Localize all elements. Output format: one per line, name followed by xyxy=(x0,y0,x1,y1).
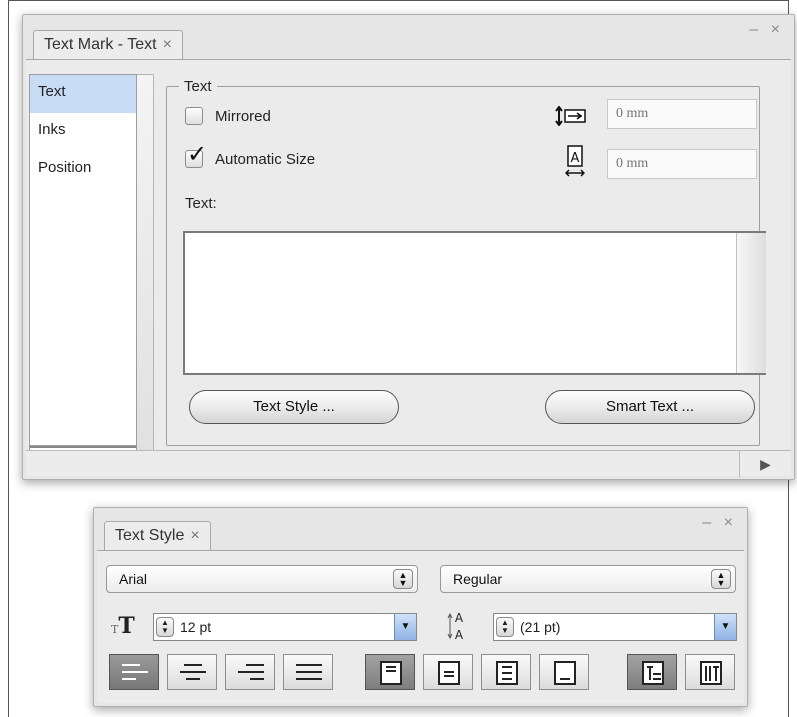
automatic-size-checkbox[interactable]: ✓ Automatic Size xyxy=(185,143,316,168)
align-center-button[interactable] xyxy=(167,654,217,690)
automatic-size-checkbox-box[interactable]: ✓ xyxy=(185,143,207,168)
valign-justify-icon xyxy=(496,661,518,685)
text-group-box: Text Mirrored ✓ Automatic Size 0 mm A 0 … xyxy=(166,78,766,446)
checkmark-icon: ✓ xyxy=(187,141,208,168)
svg-text:A: A xyxy=(571,151,580,166)
automatic-size-label: Automatic Size xyxy=(215,150,316,168)
font-family-value: Arial xyxy=(119,571,148,587)
font-size-dropdown-icon[interactable]: ▼ xyxy=(394,614,416,640)
mirrored-checkbox-box[interactable] xyxy=(185,107,203,125)
category-list: Text Inks Position xyxy=(29,74,137,446)
category-list-scrollbar[interactable] xyxy=(137,74,154,460)
leading-dropdown-icon[interactable]: ▼ xyxy=(714,614,736,640)
text-group-label: Text xyxy=(184,78,212,95)
play-arrow-icon[interactable]: ▶ xyxy=(739,451,791,477)
leading-combo[interactable]: ▲ ▼ (21 pt) ▼ xyxy=(493,613,737,641)
vertical-text-icon xyxy=(700,661,722,685)
tab-close-icon[interactable]: × xyxy=(163,36,172,53)
tab-close-icon[interactable]: × xyxy=(190,527,199,544)
text-label: Text: xyxy=(185,195,217,212)
align-left-button[interactable] xyxy=(109,654,159,690)
tab-label: Text Style xyxy=(115,527,185,544)
text-mark-panel: – × Text Mark - Text × Text Inks Position… xyxy=(22,14,795,480)
align-right-icon xyxy=(238,664,264,685)
leading-value: (21 pt) xyxy=(520,619,561,635)
font-size-combo[interactable]: ▲ ▼ 12 pt ▼ xyxy=(153,613,417,641)
svg-text:A: A xyxy=(455,628,464,642)
valign-justify-button[interactable] xyxy=(481,654,531,690)
valign-bottom-button[interactable] xyxy=(539,654,589,690)
font-style-select[interactable]: Regular ▲ ▼ xyxy=(440,565,736,593)
horizontal-text-button[interactable] xyxy=(627,654,677,690)
leading-icon: A A xyxy=(447,609,469,647)
smart-text-button[interactable]: Smart Text ... xyxy=(545,390,755,424)
panel-status-bar: ▶ xyxy=(26,450,791,477)
text-style-panel: – × Text Style × Arial ▲ ▼ Regular ▲ ▼ TT ▲… xyxy=(93,507,748,707)
align-right-button[interactable] xyxy=(225,654,275,690)
horizontal-text-icon xyxy=(642,661,664,685)
panel-content: Arial ▲ ▼ Regular ▲ ▼ TT ▲ ▼ 12 pt ▼ A A ▲ ▼… xyxy=(97,550,744,703)
font-size-icon: TT xyxy=(111,613,135,639)
font-size-value: 12 pt xyxy=(180,619,212,635)
category-item-inks[interactable]: Inks xyxy=(30,113,136,151)
valign-center-icon xyxy=(438,661,460,685)
font-size-stepper[interactable]: ▲ ▼ xyxy=(156,617,174,637)
tab-text-style[interactable]: Text Style × xyxy=(104,521,211,551)
tab-label: Text Mark - Text xyxy=(44,36,157,53)
valign-center-button[interactable] xyxy=(423,654,473,690)
vertical-text-button[interactable] xyxy=(685,654,735,690)
select-arrows-icon: ▲ ▼ xyxy=(393,569,413,589)
line-spacing-field[interactable] xyxy=(607,99,757,129)
category-item-text[interactable]: Text xyxy=(30,75,136,113)
justify-button[interactable] xyxy=(283,654,333,690)
line-spacing-icon xyxy=(555,105,587,130)
valign-top-icon xyxy=(380,661,402,685)
align-center-icon xyxy=(180,664,206,685)
font-style-value: Regular xyxy=(453,571,503,587)
select-arrows-icon: ▲ ▼ xyxy=(711,569,731,589)
panel-tab-bar: Text Mark - Text × xyxy=(23,15,794,60)
justify-icon xyxy=(296,664,322,685)
text-style-button[interactable]: Text Style ... xyxy=(189,390,399,424)
svg-text:A: A xyxy=(455,611,464,625)
panel-content: Text Inks Position Text Mirrored ✓ Autom… xyxy=(26,59,791,477)
category-item-position[interactable]: Position xyxy=(30,151,136,189)
leading-stepper[interactable]: ▲ ▼ xyxy=(496,617,514,637)
mirrored-checkbox[interactable]: Mirrored xyxy=(185,107,271,125)
text-input-area[interactable] xyxy=(183,231,766,375)
mirrored-label: Mirrored xyxy=(215,107,271,125)
font-family-select[interactable]: Arial ▲ ▼ xyxy=(106,565,418,593)
character-width-field[interactable] xyxy=(607,149,757,179)
tab-text-mark[interactable]: Text Mark - Text × xyxy=(33,30,183,60)
valign-bottom-icon xyxy=(554,661,576,685)
panel-tab-bar: Text Style × xyxy=(94,508,747,551)
align-left-icon xyxy=(122,664,148,685)
text-area-scrollbar[interactable] xyxy=(736,233,766,373)
character-width-icon: A xyxy=(564,145,586,183)
valign-top-button[interactable] xyxy=(365,654,415,690)
